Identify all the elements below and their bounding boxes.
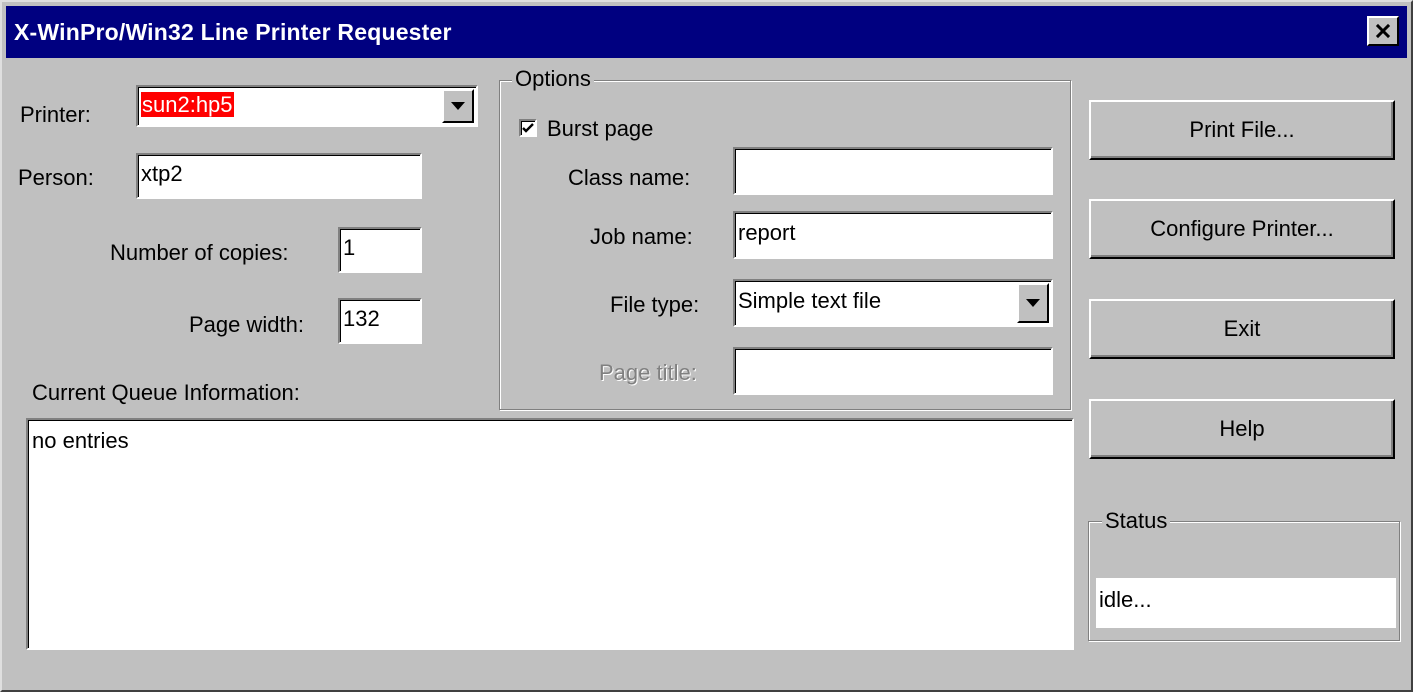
configure-printer-label: Configure Printer... <box>1150 216 1334 241</box>
burst-page-label[interactable]: Burst page <box>547 116 653 142</box>
page-title-field <box>733 347 1053 395</box>
status-group-label: Status <box>1102 508 1171 534</box>
person-label: Person: <box>18 165 94 190</box>
person-field[interactable]: xtp2 <box>136 153 422 199</box>
file-type-value: Simple text file <box>738 288 882 313</box>
print-file-button[interactable]: Print File... <box>1089 100 1395 160</box>
printer-label: Printer: <box>20 102 91 127</box>
file-type-label: File type: <box>610 292 700 317</box>
file-type-combobox[interactable]: Simple text file <box>733 279 1053 327</box>
file-type-dropdown-button[interactable] <box>1017 283 1049 323</box>
close-icon <box>1375 23 1391 39</box>
chevron-down-icon <box>1026 299 1040 307</box>
job-name-label: Job name: <box>590 224 693 249</box>
checkmark-icon <box>522 123 534 133</box>
copies-value: 1 <box>343 235 356 260</box>
exit-button[interactable]: Exit <box>1089 299 1395 359</box>
queue-label: Current Queue Information: <box>32 380 300 405</box>
window-title: X-WinPro/Win32 Line Printer Requester <box>14 19 452 45</box>
queue-content: no entries <box>32 428 129 453</box>
options-group-label: Options <box>512 66 594 92</box>
class-name-field[interactable] <box>733 147 1053 195</box>
help-button[interactable]: Help <box>1089 399 1395 459</box>
queue-list[interactable]: no entries <box>26 418 1074 650</box>
close-button[interactable] <box>1367 16 1399 46</box>
page-title-label: Page title: <box>599 360 697 385</box>
burst-page-checkbox[interactable] <box>519 119 537 137</box>
page-width-field[interactable]: 132 <box>338 298 422 344</box>
page-width-label: Page width: <box>189 312 304 337</box>
help-label: Help <box>1219 416 1265 441</box>
page-width-value: 132 <box>343 306 380 331</box>
status-display: idle... <box>1096 578 1396 628</box>
copies-field[interactable]: 1 <box>338 227 422 273</box>
configure-printer-button[interactable]: Configure Printer... <box>1089 199 1395 259</box>
print-file-label: Print File... <box>1189 117 1295 142</box>
chevron-down-icon <box>451 102 465 110</box>
title-bar[interactable]: X-WinPro/Win32 Line Printer Requester <box>6 6 1407 58</box>
printer-value: sun2:hp5 <box>141 92 234 117</box>
printer-dropdown-button[interactable] <box>442 89 474 123</box>
job-name-field[interactable]: report <box>733 211 1053 259</box>
copies-label: Number of copies: <box>110 240 289 265</box>
exit-label: Exit <box>1223 316 1261 341</box>
person-value: xtp2 <box>141 161 183 186</box>
printer-requester-window: X-WinPro/Win32 Line Printer Requester Pr… <box>0 0 1413 692</box>
job-name-value: report <box>738 220 796 245</box>
class-name-label: Class name: <box>568 165 691 190</box>
status-value: idle... <box>1099 587 1152 612</box>
printer-combobox[interactable]: sun2:hp5 <box>136 85 478 127</box>
